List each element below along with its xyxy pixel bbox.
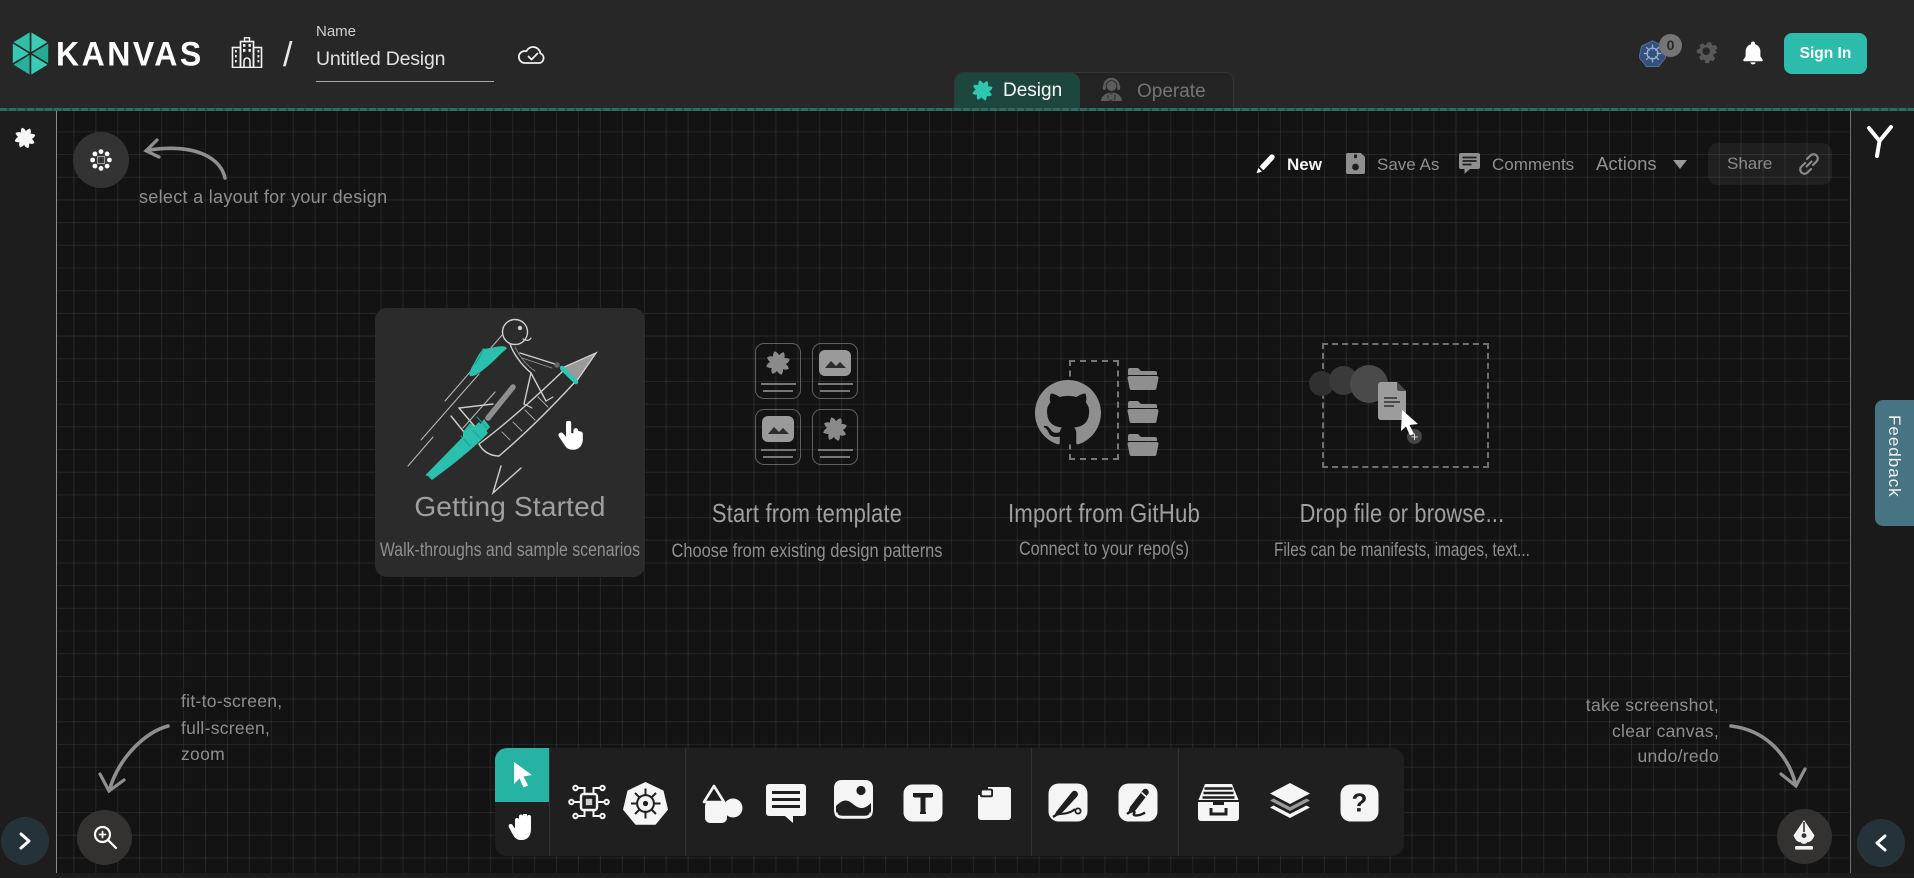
svg-text:?: ?	[1352, 788, 1368, 818]
